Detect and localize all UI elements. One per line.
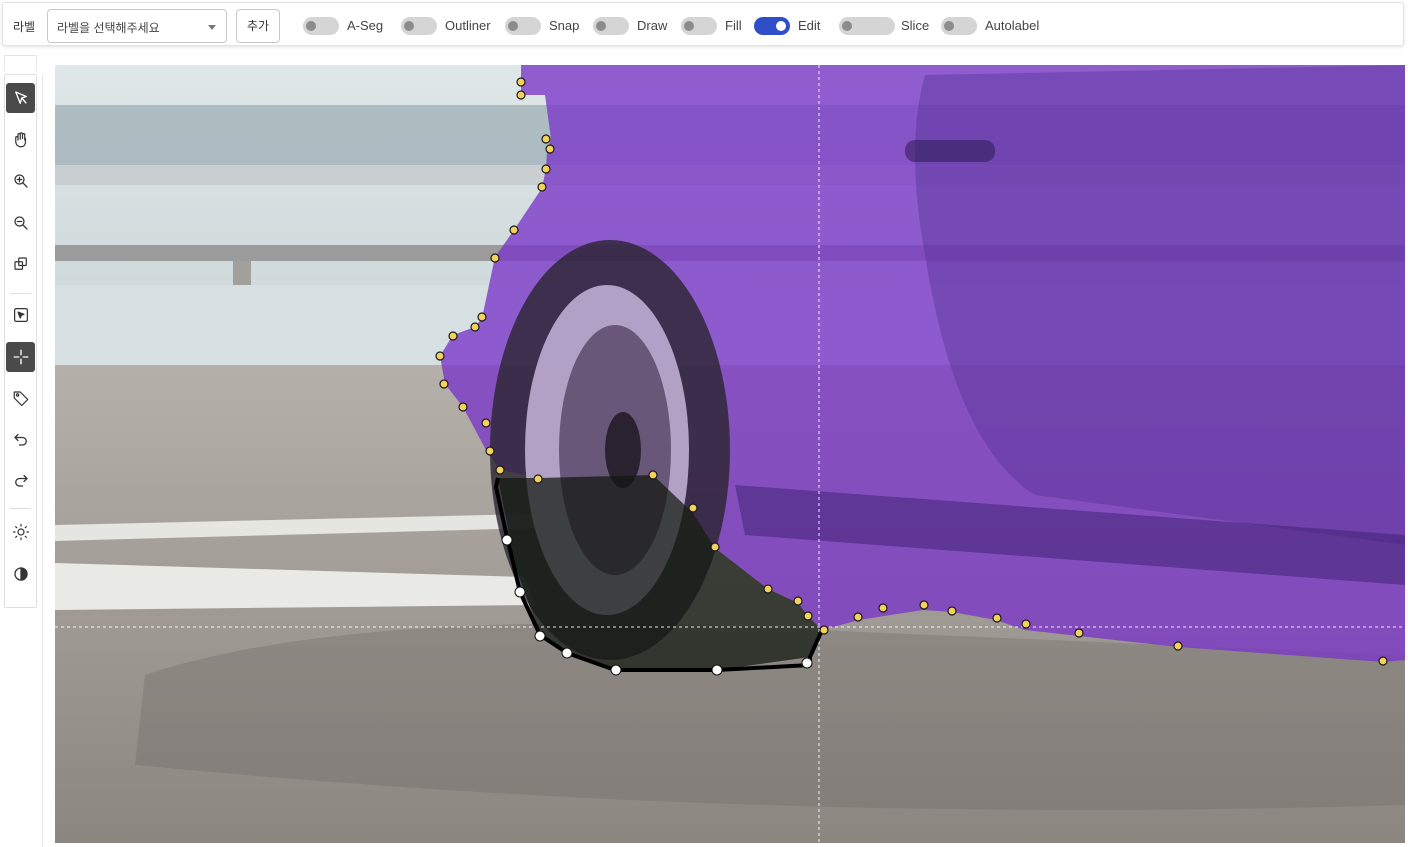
toggle-knob <box>842 21 852 31</box>
toggle-label-a-seg: A-Seg <box>347 18 384 33</box>
vertex[interactable] <box>803 611 813 621</box>
vertex[interactable] <box>541 134 551 144</box>
edit-handle[interactable] <box>501 534 513 546</box>
vertex[interactable] <box>710 542 720 552</box>
vertex[interactable] <box>853 612 863 622</box>
vertex[interactable] <box>793 596 803 606</box>
edit-handle[interactable] <box>801 657 813 669</box>
vertex[interactable] <box>458 402 468 412</box>
undo-icon[interactable] <box>5 424 36 454</box>
toggle-label-draw: Draw <box>637 18 668 33</box>
vertex[interactable] <box>490 253 500 263</box>
brightness-icon[interactable] <box>5 517 36 547</box>
toggle-knob <box>404 21 414 31</box>
toggle-knob <box>596 21 606 31</box>
toggle-label-fill: Fill <box>725 18 742 33</box>
vertex[interactable] <box>435 351 445 361</box>
label-select[interactable]: 라벨을 선택해주세요 <box>47 9 227 43</box>
vertex[interactable] <box>516 77 526 87</box>
tool-palette <box>4 74 37 608</box>
vertex[interactable] <box>533 474 543 484</box>
edit-handle[interactable] <box>561 647 573 659</box>
zoom-in-icon[interactable] <box>5 166 36 196</box>
tool-divider <box>10 508 31 509</box>
vertex[interactable] <box>688 503 698 513</box>
add-label-button[interactable]: 추가 <box>236 9 280 43</box>
label-select-placeholder: 라벨을 선택해주세요 <box>57 21 160 35</box>
vertex[interactable] <box>516 90 526 100</box>
vertex[interactable] <box>648 470 658 480</box>
vertex[interactable] <box>485 446 495 456</box>
copy-icon[interactable] <box>5 249 36 279</box>
zoom-out-icon[interactable] <box>5 208 36 238</box>
vertex[interactable] <box>919 600 929 610</box>
toggle-knob <box>944 21 954 31</box>
top-toolbar: 라벨 라벨을 선택해주세요 추가 A-Seg Outliner Snap Dra… <box>2 2 1404 46</box>
toggle-knob <box>508 21 518 31</box>
vertex[interactable] <box>495 465 505 475</box>
label-caption: 라벨 <box>13 20 36 34</box>
crosshair-icon[interactable] <box>6 342 35 372</box>
vertex[interactable] <box>439 379 449 389</box>
vertex[interactable] <box>537 182 547 192</box>
vertex[interactable] <box>819 625 829 635</box>
edit-handle[interactable] <box>514 586 526 598</box>
vertex[interactable] <box>470 322 480 332</box>
vertex[interactable] <box>1173 641 1183 651</box>
box-select-icon[interactable] <box>5 300 36 330</box>
annotation-canvas[interactable] <box>55 65 1405 843</box>
vertex[interactable] <box>481 418 491 428</box>
edit-handle[interactable] <box>534 630 546 642</box>
panel-separator <box>42 74 43 847</box>
vertex[interactable] <box>1378 656 1388 666</box>
contrast-icon[interactable] <box>5 559 36 589</box>
toggle-knob <box>776 21 786 31</box>
vertex[interactable] <box>477 312 487 322</box>
vertex[interactable] <box>448 331 458 341</box>
toggle-label-edit: Edit <box>798 18 821 33</box>
toggle-label-autolabel: Autolabel <box>985 18 1040 33</box>
chevron-down-icon <box>208 25 216 30</box>
vertex[interactable] <box>1021 619 1031 629</box>
door-handle <box>905 140 995 162</box>
palette-header <box>4 55 37 71</box>
vertex[interactable] <box>947 606 957 616</box>
vertex[interactable] <box>992 613 1002 623</box>
vertex[interactable] <box>545 144 555 154</box>
vertex[interactable] <box>509 225 519 235</box>
edit-handle[interactable] <box>610 664 622 676</box>
redo-icon[interactable] <box>5 465 36 495</box>
toggle-knob <box>306 21 316 31</box>
toggle-label-outliner: Outliner <box>445 18 491 33</box>
vertex[interactable] <box>878 603 888 613</box>
canvas-image[interactable] <box>55 65 1405 843</box>
vertex[interactable] <box>541 164 551 174</box>
toggle-knob <box>684 21 694 31</box>
tag-icon[interactable] <box>5 383 36 413</box>
tool-divider <box>10 293 31 294</box>
vertex[interactable] <box>1074 628 1084 638</box>
hand-pan-icon[interactable] <box>5 125 36 155</box>
toggle-label-snap: Snap <box>549 18 580 33</box>
vertex[interactable] <box>763 584 773 594</box>
toggle-label-slice: Slice <box>901 18 930 33</box>
edit-handle[interactable] <box>711 664 723 676</box>
select-pointer-icon[interactable] <box>6 83 35 113</box>
